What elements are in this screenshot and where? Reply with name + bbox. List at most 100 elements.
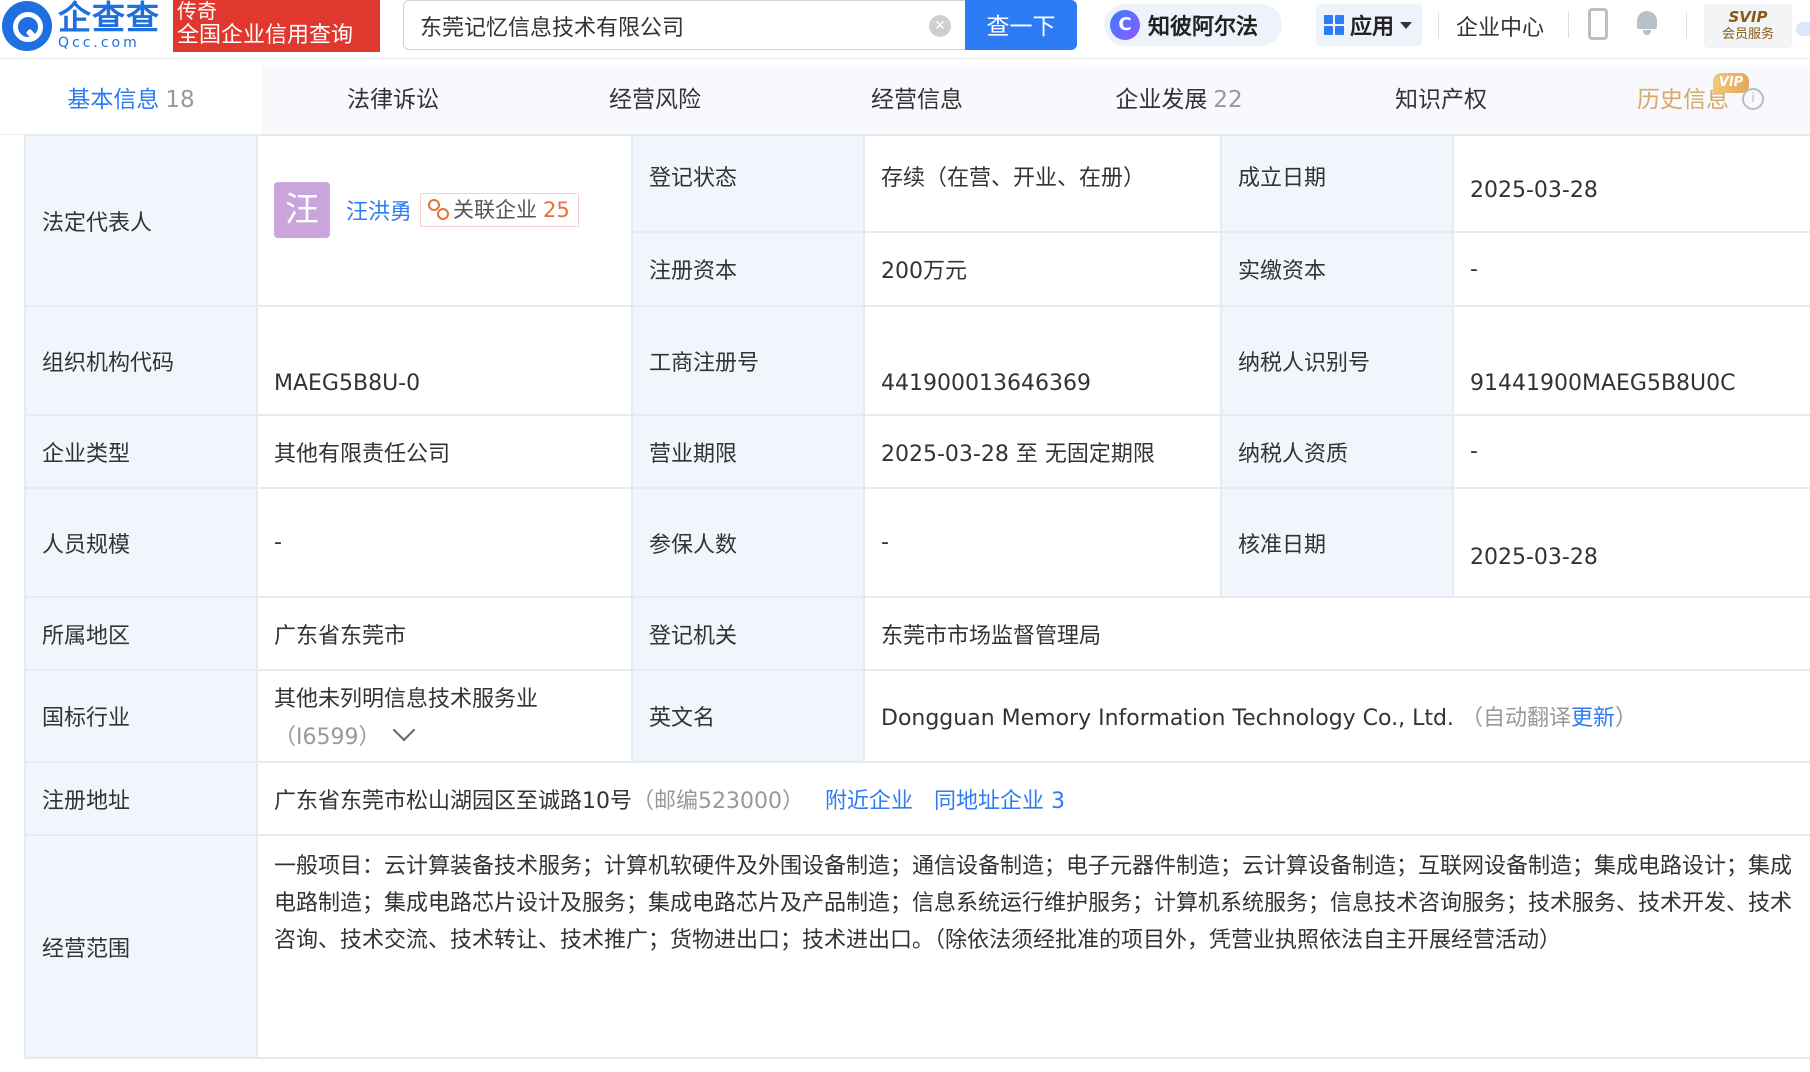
- approve-date-label: 核准日期: [1220, 487, 1454, 598]
- tab-label: 基本信息: [67, 87, 160, 113]
- logo-en: Qcc.com: [58, 35, 140, 51]
- org-code-label: 组织机构代码: [24, 305, 258, 416]
- relation-graph-icon: [427, 198, 450, 220]
- tab-operation-info[interactable]: 经营信息: [786, 67, 1048, 134]
- tab-label: 经营风险: [609, 87, 701, 113]
- tab-label: 企业发展: [1115, 87, 1208, 113]
- svip-member-button[interactable]: SVIP 会员服务: [1704, 4, 1792, 48]
- paid-capital-label: 实缴资本: [1220, 231, 1454, 307]
- taxpayer-qual-value: -: [1452, 414, 1810, 489]
- reg-capital-value: 200万元: [863, 231, 1222, 307]
- term-label: 营业期限: [631, 414, 865, 489]
- taxpayer-id-value[interactable]: 91441900MAEG5B8U0C: [1452, 305, 1810, 416]
- tab-ip[interactable]: 知识产权: [1310, 67, 1572, 134]
- search-box: ✕: [403, 0, 965, 50]
- org-code-value[interactable]: MAEG5B8U-0: [256, 305, 633, 416]
- region-value: 广东省东莞市: [256, 596, 633, 671]
- tab-count: 18: [165, 87, 195, 113]
- taxpayer-qual-label: 纳税人资质: [1220, 414, 1454, 489]
- nearby-companies-link[interactable]: 附近企业: [825, 789, 913, 814]
- tab-development[interactable]: 企业发展 22: [1048, 67, 1310, 134]
- industry-label: 国标行业: [24, 669, 258, 763]
- svip-title: SVIP: [1728, 8, 1768, 26]
- apps-menu-button[interactable]: 应用: [1316, 4, 1422, 46]
- divider: [1686, 12, 1687, 38]
- reg-capital-label: 注册资本: [631, 231, 865, 307]
- company-type-label: 企业类型: [24, 414, 258, 489]
- industry-code: （I6599）: [274, 725, 381, 750]
- ai-logo-icon: C: [1110, 10, 1140, 40]
- vip-badge: VIP: [1713, 73, 1749, 93]
- side-float-icon[interactable]: [1796, 22, 1810, 36]
- search-button[interactable]: 查一下: [965, 0, 1077, 50]
- same-address-link[interactable]: 同地址企业 3: [934, 789, 1065, 814]
- ai-assistant-button[interactable]: C 知彼阿尔法: [1104, 4, 1282, 46]
- slogan-top: 传奇: [177, 0, 217, 23]
- section-tabs: 基本信息 18 法律诉讼 经营风险 经营信息 企业发展 22 知识产权 历史信息 V…: [0, 67, 1810, 135]
- related-companies-badge[interactable]: 关联企业 25: [420, 193, 579, 227]
- address-value: 广东省东莞市松山湖园区至诚路10号: [274, 788, 632, 814]
- divider: [1438, 12, 1439, 38]
- authority-value: 东莞市市场监督管理局: [863, 596, 1810, 671]
- logo-cn: 企查查: [58, 0, 160, 37]
- industry-code-row[interactable]: （I6599）: [274, 718, 615, 757]
- top-header: 企查查 Qcc.com 传奇 全国企业信用查询 ✕ 查一下 C 知彼阿尔法 应用…: [0, 0, 1810, 59]
- taxpayer-id-label: 纳税人识别号: [1220, 305, 1454, 416]
- ai-assistant-label: 知彼阿尔法: [1148, 15, 1259, 40]
- en-name-label: 英文名: [631, 669, 865, 763]
- staff-size-label: 人员规模: [24, 487, 258, 598]
- legal-rep-label: 法定代表人: [24, 134, 258, 307]
- mobile-phone-icon[interactable]: [1588, 8, 1608, 40]
- notification-bell-icon[interactable]: [1635, 9, 1659, 35]
- address-label: 注册地址: [24, 761, 258, 836]
- apps-label: 应用: [1350, 15, 1395, 40]
- address-cell: 广东省东莞市松山湖园区至诚路10号（邮编523000） 附近企业 同地址企业 3: [256, 761, 1810, 836]
- chevron-down-icon: [393, 718, 416, 742]
- slogan-bottom: 全国企业信用查询: [177, 23, 354, 48]
- tab-litigation[interactable]: 法律诉讼: [262, 67, 524, 134]
- region-label: 所属地区: [24, 596, 258, 671]
- related-count: 25: [543, 198, 570, 222]
- caret-down-icon: [1400, 21, 1413, 29]
- tab-label: 知识产权: [1395, 87, 1487, 113]
- en-name-value: Dongguan Memory Information Technology C…: [881, 706, 1454, 731]
- found-date-label: 成立日期: [1220, 134, 1454, 233]
- related-label: 关联企业: [453, 198, 538, 222]
- en-auto-prefix: （自动翻译: [1460, 706, 1571, 731]
- info-icon[interactable]: i: [1742, 88, 1764, 110]
- scope-label: 经营范围: [24, 834, 258, 1059]
- search-input[interactable]: [418, 7, 922, 45]
- tab-operation-risk[interactable]: 经营风险: [524, 67, 786, 134]
- logo-text: 企查查 Qcc.com: [58, 0, 170, 50]
- basic-info-table: 法定代表人 汪汪洪勇 关联企业 25 登记状态 存续（在营、开业、在册） 成立日期 …: [24, 134, 1810, 1059]
- industry-cell: 其他未列明信息技术服务业 （I6599）: [256, 669, 633, 763]
- scope-value: 一般项目：云计算装备技术服务；计算机软硬件及外围设备制造；通信设备制造；电子元器…: [256, 834, 1810, 1059]
- legal-rep-avatar[interactable]: 汪: [274, 182, 330, 238]
- approve-date-value: 2025-03-28: [1452, 487, 1810, 598]
- tab-count: 22: [1213, 87, 1243, 113]
- biz-reg-no-value[interactable]: 441900013646369: [863, 305, 1222, 416]
- company-type-value: 其他有限责任公司: [256, 414, 633, 489]
- en-update-link[interactable]: 更新: [1571, 706, 1615, 731]
- paid-capital-value: -: [1452, 231, 1810, 307]
- divider: [1568, 12, 1569, 38]
- biz-reg-no-label: 工商注册号: [631, 305, 865, 416]
- reg-status-value: 存续（在营、开业、在册）: [863, 134, 1222, 233]
- qcc-logo[interactable]: 企查查 Qcc.com: [2, 0, 170, 52]
- industry-value: 其他未列明信息技术服务业: [274, 687, 539, 712]
- staff-size-value: -: [256, 487, 633, 598]
- enterprise-center-link[interactable]: 企业中心: [1456, 10, 1544, 42]
- svip-subtitle: 会员服务: [1721, 27, 1774, 42]
- legal-rep-cell: 汪汪洪勇 关联企业 25: [256, 134, 633, 307]
- legal-rep-name-link[interactable]: 汪洪勇: [346, 200, 412, 225]
- slogan-banner: 传奇 全国企业信用查询: [173, 0, 380, 52]
- reg-status-label: 登记状态: [631, 134, 865, 233]
- clear-icon[interactable]: ✕: [929, 15, 951, 37]
- tab-label: 法律诉讼: [347, 87, 439, 113]
- tab-label: 经营信息: [871, 87, 963, 113]
- postcode: （邮编523000）: [632, 788, 804, 814]
- tab-basic-info[interactable]: 基本信息 18: [0, 67, 262, 134]
- en-auto-suffix: ）: [1614, 706, 1637, 731]
- authority-label: 登记机关: [631, 596, 865, 671]
- insured-label: 参保人数: [631, 487, 865, 598]
